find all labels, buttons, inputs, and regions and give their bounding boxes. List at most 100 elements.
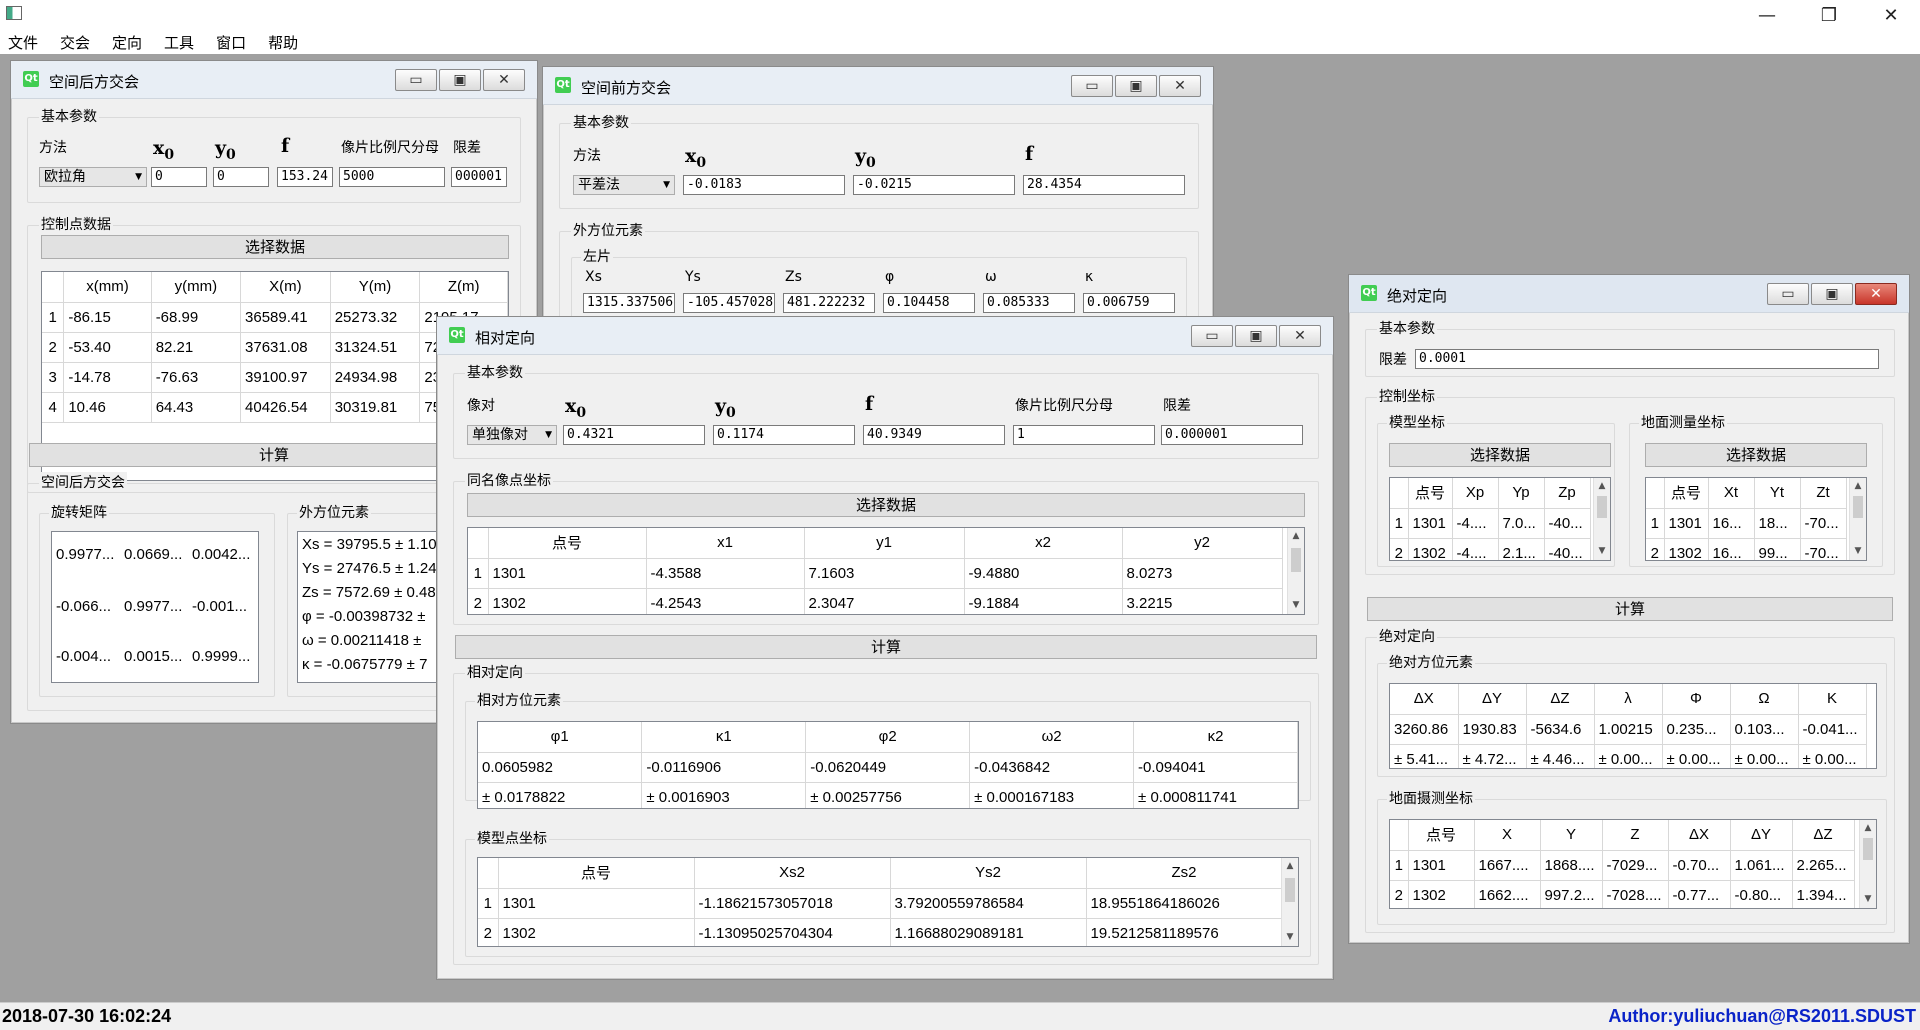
x0-input[interactable]: 0.4321 <box>563 425 705 445</box>
maximize-icon[interactable]: ▣ <box>439 69 481 91</box>
menu-help[interactable]: 帮助 <box>268 32 298 53</box>
column-header[interactable]: 点号 <box>498 858 695 889</box>
column-header[interactable]: φ2 <box>805 722 971 753</box>
select-data-button[interactable]: 选择数据 <box>1645 443 1867 467</box>
x0-input[interactable]: 0 <box>151 167 207 187</box>
table-row[interactable]: 2 1302 -1.13095025704304 1.16688029089181 19… <box>478 918 1283 946</box>
zs-input[interactable]: 481.222232 <box>783 293 875 313</box>
table-row[interactable]: ± 5.41... ± 4.72... ± 4.46... ± 0.00... ± 0.… <box>1390 744 1867 768</box>
column-header[interactable]: y2 <box>1122 528 1283 559</box>
table-row[interactable]: 2 1302 -4.2543 2.3047 -9.1884 3.2215 <box>468 588 1283 614</box>
column-header[interactable]: λ <box>1594 684 1663 715</box>
close-icon[interactable]: ✕ <box>1868 0 1914 30</box>
relative-titlebar[interactable]: Qt 相对定向 ▭ ▣ ✕ <box>437 317 1333 355</box>
phi-input[interactable]: 0.104458 <box>883 293 975 313</box>
xs-input[interactable]: 1315.337506 <box>583 293 675 313</box>
column-header[interactable]: Ys2 <box>890 858 1087 889</box>
scrollbar[interactable]: ▲ ▼ <box>1593 478 1610 560</box>
scrollbar[interactable]: ▲ ▼ <box>1281 858 1298 946</box>
scroll-thumb[interactable] <box>1597 496 1607 518</box>
calculate-button[interactable]: 计算 <box>455 635 1317 659</box>
close-icon[interactable]: ✕ <box>1855 283 1897 305</box>
scroll-thumb[interactable] <box>1853 496 1863 518</box>
column-header[interactable]: Zp <box>1544 478 1591 509</box>
scrollbar[interactable]: ▲ ▼ <box>1859 820 1876 908</box>
tolerance-input[interactable]: 0.0001 <box>1415 349 1879 369</box>
chevron-up-icon[interactable]: ▲ <box>1860 820 1876 837</box>
minimize-icon[interactable]: ▭ <box>1767 283 1809 305</box>
column-header[interactable]: ω2 <box>969 722 1135 753</box>
chevron-up-icon[interactable]: ▲ <box>1288 528 1304 545</box>
pair-select[interactable]: 单独像对 ▼ <box>467 425 557 445</box>
column-header[interactable]: ΔY <box>1458 684 1527 715</box>
select-data-button[interactable]: 选择数据 <box>1389 443 1611 467</box>
column-header[interactable]: x1 <box>646 528 805 559</box>
kappa-input[interactable]: 0.006759 <box>1083 293 1175 313</box>
column-header[interactable]: φ1 <box>478 722 643 753</box>
f-input[interactable]: 28.4354 <box>1023 175 1185 195</box>
column-header[interactable]: y(mm) <box>151 272 242 303</box>
column-header[interactable]: X <box>1474 820 1541 851</box>
column-header[interactable]: ΔY <box>1730 820 1793 851</box>
chevron-down-icon[interactable]: ▼ <box>1594 543 1610 560</box>
column-header[interactable]: K <box>1798 684 1867 715</box>
method-select[interactable]: 欧拉角 ▼ <box>39 167 147 187</box>
column-header[interactable]: 点号 <box>488 528 647 559</box>
table-row[interactable]: 1 1301 -1.18621573057018 3.79200559786584 18… <box>478 888 1283 919</box>
column-header[interactable]: Φ <box>1662 684 1731 715</box>
close-icon[interactable]: ✕ <box>1279 325 1321 347</box>
column-header[interactable]: Z <box>1602 820 1669 851</box>
table-row[interactable]: 0.0605982 -0.0116906 -0.0620449 -0.0436842-… <box>478 752 1298 783</box>
column-header[interactable]: X(m) <box>240 272 331 303</box>
column-header[interactable]: κ1 <box>641 722 807 753</box>
column-header[interactable]: ΔZ <box>1792 820 1855 851</box>
chevron-up-icon[interactable]: ▲ <box>1282 858 1298 875</box>
select-data-button[interactable]: 选择数据 <box>467 493 1305 517</box>
column-header[interactable]: x2 <box>964 528 1123 559</box>
column-header[interactable]: ΔX <box>1390 684 1459 715</box>
close-icon[interactable]: ✕ <box>1159 75 1201 97</box>
chevron-up-icon[interactable]: ▲ <box>1594 478 1610 495</box>
column-header[interactable]: 点号 <box>1408 478 1453 509</box>
ys-input[interactable]: -105.457028 <box>683 293 775 313</box>
calculate-button[interactable]: 计算 <box>1367 597 1893 621</box>
table-row[interactable]: 1 1301 16... 18... -70... <box>1646 508 1847 539</box>
table-row[interactable]: 1 1301 -4.3588 7.1603 -9.4880 8.0273 <box>468 558 1283 589</box>
column-header[interactable]: Yt <box>1754 478 1801 509</box>
absolute-titlebar[interactable]: Qt 绝对定向 ▭ ▣ ✕ <box>1349 275 1909 313</box>
column-header[interactable]: Xt <box>1708 478 1755 509</box>
table-row[interactable]: 2 1302 -4.... 2.1... -40... <box>1390 538 1591 560</box>
menu-window[interactable]: 窗口 <box>216 32 246 53</box>
column-header[interactable]: Yp <box>1498 478 1545 509</box>
f-input[interactable]: 40.9349 <box>863 425 1005 445</box>
y0-input[interactable]: 0 <box>213 167 269 187</box>
y0-input[interactable]: -0.0215 <box>853 175 1015 195</box>
intersection-titlebar[interactable]: Qt 空间前方交会 ▭ ▣ ✕ <box>543 67 1213 105</box>
maximize-icon[interactable]: ▣ <box>1235 325 1277 347</box>
table-row[interactable]: ± 0.0178822 ± 0.0016903 ± 0.00257756 ± 0.00… <box>478 782 1298 808</box>
menu-intersect[interactable]: 交会 <box>60 32 90 53</box>
chevron-down-icon[interactable]: ▼ <box>1282 929 1298 946</box>
column-header[interactable]: Z(m) <box>419 272 508 303</box>
minimize-icon[interactable]: — <box>1744 0 1790 30</box>
column-header[interactable]: Y(m) <box>330 272 421 303</box>
method-select[interactable]: 平差法 ▼ <box>573 175 675 195</box>
maximize-icon[interactable]: ▣ <box>1811 283 1853 305</box>
scroll-thumb[interactable] <box>1291 548 1301 572</box>
table-row[interactable]: 3260.86 1930.83 -5634.6 1.00215 0.235... 0.10… <box>1390 714 1867 745</box>
scrollbar[interactable]: ▲ ▼ <box>1287 528 1304 614</box>
maximize-icon[interactable]: ▣ <box>1115 75 1157 97</box>
chevron-down-icon[interactable]: ▼ <box>1288 597 1304 614</box>
chevron-down-icon[interactable]: ▼ <box>1850 543 1866 560</box>
table-row[interactable]: 1 1301 -4.... 7.0... -40... <box>1390 508 1591 539</box>
chevron-down-icon[interactable]: ▼ <box>1860 891 1876 908</box>
select-data-button[interactable]: 选择数据 <box>41 235 509 259</box>
minimize-icon[interactable]: ▭ <box>395 69 437 91</box>
tolerance-input[interactable]: 0.000001 <box>1161 425 1303 445</box>
column-header[interactable]: Ω <box>1730 684 1799 715</box>
tolerance-input[interactable]: 000001 <box>451 167 507 187</box>
x0-input[interactable]: -0.0183 <box>683 175 845 195</box>
table-row[interactable]: 2 1302 1662.... 997.2... -7028.... -0.77... -0… <box>1390 880 1855 908</box>
scrollbar[interactable]: ▲ ▼ <box>1849 478 1866 560</box>
table-row[interactable]: 1 1301 1667.... 1868.... -7029... -0.70... 1.0… <box>1390 850 1855 881</box>
